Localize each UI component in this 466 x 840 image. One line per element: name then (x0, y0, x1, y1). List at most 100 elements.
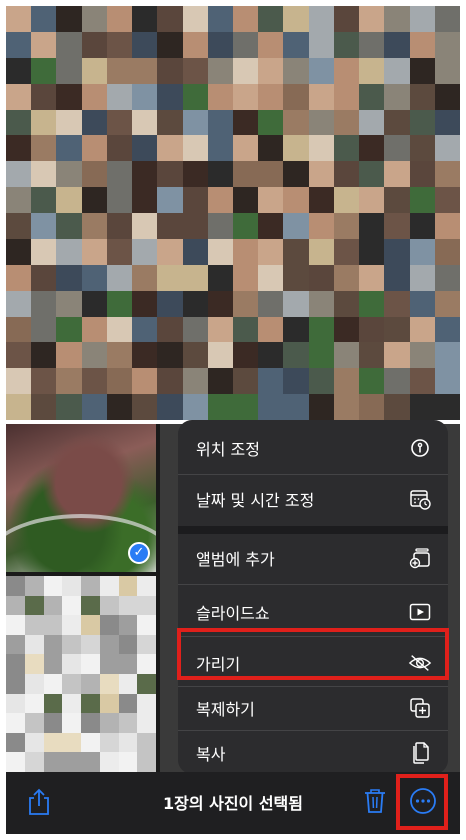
mosaic-tile (434, 368, 460, 395)
mosaic-tile (308, 342, 334, 369)
menu-item-adjust-date-time[interactable]: 날짜 및 시간 조정 (178, 475, 448, 522)
mosaic-tile (99, 654, 119, 674)
mosaic-tile (434, 6, 460, 32)
mosaic-tile (333, 394, 360, 420)
mosaic-tile (333, 161, 360, 188)
mosaic-tile (308, 290, 334, 317)
checkmark-icon: ✓ (128, 542, 150, 564)
mosaic-tile (182, 83, 208, 110)
mosaic-tile (409, 161, 435, 188)
mosaic-tile (409, 57, 435, 84)
mosaic-tile (106, 109, 133, 136)
location-info-icon (408, 436, 432, 460)
hide-item-highlight (177, 628, 449, 680)
mosaic-tile (118, 615, 138, 635)
mosaic-tile (56, 264, 82, 291)
mosaic-tile (232, 57, 259, 84)
mosaic-tile (409, 83, 435, 110)
mosaic-tile (31, 368, 57, 395)
mosaic-tile (6, 634, 25, 655)
mosaic-tile (6, 342, 32, 369)
menu-item-label: 위치 조정 (196, 439, 260, 459)
mosaic-tile (258, 31, 284, 58)
mosaic-tile (99, 732, 119, 753)
mosaic-tile (81, 290, 107, 317)
mosaic-tile (384, 135, 410, 162)
mosaic-tile (157, 83, 183, 110)
mosaic-tile (56, 316, 82, 343)
mosaic-tile (434, 264, 460, 291)
mosaic-tile (207, 342, 233, 369)
mosaic-tile (132, 264, 158, 291)
mosaic-tile (99, 752, 119, 772)
context-menu: 위치 조정 날짜 및 시간 조정 앨범에 추가 슬라이드쇼 가리기 복제하기 복… (178, 420, 448, 774)
mosaic-tile (31, 135, 57, 162)
mosaic-tile (333, 342, 360, 369)
mosaic-tile (232, 342, 259, 369)
mosaic-tile (81, 342, 107, 369)
menu-item-adjust-location[interactable]: 위치 조정 (178, 424, 448, 471)
mosaic-tile (132, 368, 158, 395)
mosaic-tile (106, 238, 133, 265)
mosaic-tile (81, 316, 107, 343)
mosaic-tile (6, 83, 32, 110)
mosaic-tile (308, 161, 334, 188)
mosaic-tile (43, 732, 63, 753)
mosaic-tile (31, 109, 57, 136)
mosaic-tile (99, 615, 119, 635)
calendar-clock-icon (408, 487, 432, 511)
mosaic-tile (308, 135, 334, 162)
mosaic-tile (106, 394, 133, 420)
menu-item-copy[interactable]: 복사 (178, 729, 448, 774)
mosaic-tile (6, 57, 32, 84)
menu-separator (178, 584, 448, 585)
mosaic-tile (258, 187, 284, 213)
pixelated-photo[interactable] (6, 6, 460, 420)
mosaic-tile (333, 135, 360, 162)
mosaic-tile (283, 187, 309, 213)
mosaic-tile (106, 57, 133, 84)
mosaic-tile (137, 654, 156, 674)
selection-count-title: 1장의 사진이 선택됨 (162, 794, 304, 813)
mosaic-tile (81, 213, 107, 239)
mosaic-tile (56, 31, 82, 58)
mosaic-tile (384, 83, 410, 110)
menu-item-add-to-album[interactable]: 앨범에 추가 (178, 534, 448, 581)
mosaic-tile (258, 6, 284, 32)
mosaic-tile (409, 213, 435, 239)
mosaic-tile (157, 368, 183, 395)
mosaic-tile (283, 31, 309, 58)
mosaic-tile (232, 83, 259, 110)
mosaic-tile (137, 595, 156, 616)
mosaic-tile (31, 83, 57, 110)
mosaic-tile (56, 394, 82, 420)
mosaic-tile (106, 161, 133, 188)
selected-photo-thumbnail[interactable]: ✓ (6, 424, 156, 572)
mosaic-tile (207, 57, 233, 84)
menu-item-label: 슬라이드쇼 (196, 603, 270, 623)
mosaic-tile (409, 316, 435, 343)
menu-item-duplicate[interactable]: 복제하기 (178, 684, 448, 731)
mosaic-tile (333, 238, 360, 265)
mosaic-tile (258, 368, 284, 395)
mosaic-tile (137, 713, 156, 733)
mosaic-tile (207, 6, 233, 32)
mosaic-tile (106, 213, 133, 239)
mosaic-tile (409, 6, 435, 32)
mosaic-tile (409, 135, 435, 162)
trash-icon[interactable] (363, 787, 387, 819)
mosaic-tile (258, 316, 284, 343)
mosaic-tile (308, 264, 334, 291)
mosaic-tile (384, 290, 410, 317)
mosaic-tile (359, 368, 385, 395)
mosaic-tile (24, 693, 44, 714)
mosaic-tile (232, 290, 259, 317)
pixelated-photo-thumbnail[interactable] (6, 576, 156, 772)
mosaic-tile (56, 238, 82, 265)
mosaic-tile (182, 290, 208, 317)
mosaic-tile (132, 342, 158, 369)
mosaic-tile (6, 135, 32, 162)
mosaic-tile (62, 595, 81, 616)
mosaic-tile (106, 6, 133, 32)
mosaic-tile (359, 394, 385, 420)
